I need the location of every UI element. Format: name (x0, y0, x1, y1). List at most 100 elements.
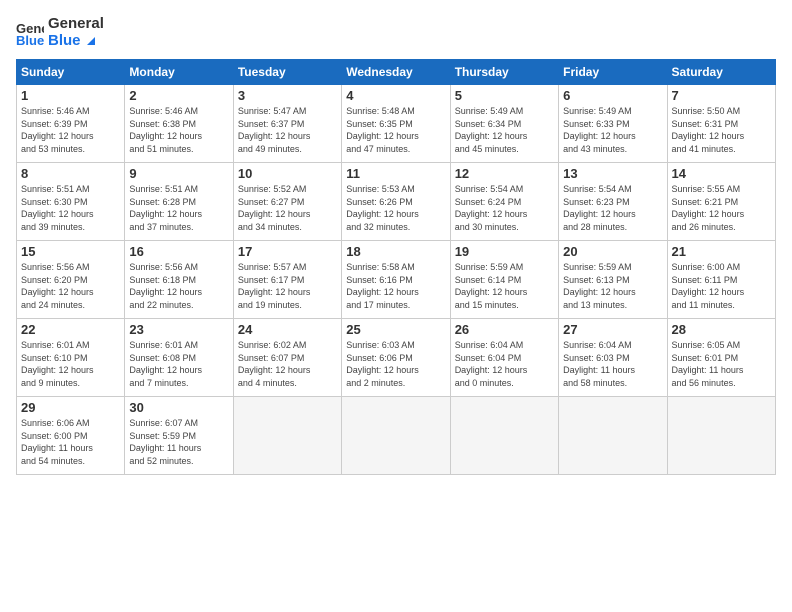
day-info: Sunrise: 5:54 AM Sunset: 6:23 PM Dayligh… (563, 183, 662, 233)
day-info: Sunrise: 5:49 AM Sunset: 6:33 PM Dayligh… (563, 105, 662, 155)
calendar-cell: 12 Sunrise: 5:54 AM Sunset: 6:24 PM Dayli… (450, 163, 558, 241)
day-number: 23 (129, 322, 228, 337)
day-number: 18 (346, 244, 445, 259)
day-info: Sunrise: 6:07 AM Sunset: 5:59 PM Dayligh… (129, 417, 228, 467)
day-info: Sunrise: 5:56 AM Sunset: 6:20 PM Dayligh… (21, 261, 120, 311)
day-number: 12 (455, 166, 554, 181)
day-number: 15 (21, 244, 120, 259)
day-info: Sunrise: 5:50 AM Sunset: 6:31 PM Dayligh… (672, 105, 771, 155)
day-info: Sunrise: 6:05 AM Sunset: 6:01 PM Dayligh… (672, 339, 771, 389)
calendar-cell (450, 397, 558, 475)
calendar-cell: 22Sunrise: 6:01 AM Sunset: 6:10 PM Dayli… (17, 319, 125, 397)
day-number: 24 (238, 322, 337, 337)
day-number: 9 (129, 166, 228, 181)
day-number: 14 (672, 166, 771, 181)
calendar-cell: 29Sunrise: 6:06 AM Sunset: 6:00 PM Dayli… (17, 397, 125, 475)
day-info: Sunrise: 5:49 AM Sunset: 6:34 PM Dayligh… (455, 105, 554, 155)
calendar-week-row: 22Sunrise: 6:01 AM Sunset: 6:10 PM Dayli… (17, 319, 776, 397)
calendar-cell: 27 Sunrise: 6:04 AM Sunset: 6:03 PM Dayli… (559, 319, 667, 397)
calendar-cell (342, 397, 450, 475)
calendar-cell: 13 Sunrise: 5:54 AM Sunset: 6:23 PM Dayli… (559, 163, 667, 241)
calendar-cell: 14 Sunrise: 5:55 AM Sunset: 6:21 PM Dayli… (667, 163, 775, 241)
calendar-cell: 10 Sunrise: 5:52 AM Sunset: 6:27 PM Dayli… (233, 163, 341, 241)
day-number: 5 (455, 88, 554, 103)
calendar-cell (667, 397, 775, 475)
calendar-week-row: 29Sunrise: 6:06 AM Sunset: 6:00 PM Dayli… (17, 397, 776, 475)
calendar-cell: 2Sunrise: 5:46 AM Sunset: 6:38 PM Daylig… (125, 85, 233, 163)
day-info: Sunrise: 5:47 AM Sunset: 6:37 PM Dayligh… (238, 105, 337, 155)
calendar-cell: 28Sunrise: 6:05 AM Sunset: 6:01 PM Dayli… (667, 319, 775, 397)
day-info: Sunrise: 6:01 AM Sunset: 6:10 PM Dayligh… (21, 339, 120, 389)
header: General Blue General Blue (16, 16, 776, 49)
day-info: Sunrise: 6:00 AM Sunset: 6:11 PM Dayligh… (672, 261, 771, 311)
day-number: 1 (21, 88, 120, 103)
day-number: 3 (238, 88, 337, 103)
day-info: Sunrise: 5:58 AM Sunset: 6:16 PM Dayligh… (346, 261, 445, 311)
calendar-cell: 26Sunrise: 6:04 AM Sunset: 6:04 PM Dayli… (450, 319, 558, 397)
header-tuesday: Tuesday (233, 60, 341, 85)
day-number: 30 (129, 400, 228, 415)
day-number: 27 (563, 322, 662, 337)
day-info: Sunrise: 6:02 AM Sunset: 6:07 PM Dayligh… (238, 339, 337, 389)
day-number: 17 (238, 244, 337, 259)
day-info: Sunrise: 5:51 AM Sunset: 6:30 PM Dayligh… (21, 183, 120, 233)
logo: General Blue General Blue (16, 16, 104, 49)
header-monday: Monday (125, 60, 233, 85)
calendar-cell: 3 Sunrise: 5:47 AM Sunset: 6:37 PM Daylig… (233, 85, 341, 163)
day-info: Sunrise: 5:46 AM Sunset: 6:39 PM Dayligh… (21, 105, 120, 155)
day-number: 8 (21, 166, 120, 181)
day-number: 4 (346, 88, 445, 103)
day-info: Sunrise: 5:55 AM Sunset: 6:21 PM Dayligh… (672, 183, 771, 233)
svg-text:Blue: Blue (16, 33, 44, 47)
day-number: 11 (346, 166, 445, 181)
calendar-cell: 30 Sunrise: 6:07 AM Sunset: 5:59 PM Dayli… (125, 397, 233, 475)
calendar-cell: 7 Sunrise: 5:50 AM Sunset: 6:31 PM Daylig… (667, 85, 775, 163)
header-sunday: Sunday (17, 60, 125, 85)
day-number: 13 (563, 166, 662, 181)
logo-icon: General Blue (16, 19, 44, 47)
header-saturday: Saturday (667, 60, 775, 85)
day-info: Sunrise: 5:56 AM Sunset: 6:18 PM Dayligh… (129, 261, 228, 311)
day-info: Sunrise: 5:57 AM Sunset: 6:17 PM Dayligh… (238, 261, 337, 311)
day-info: Sunrise: 5:48 AM Sunset: 6:35 PM Dayligh… (346, 105, 445, 155)
calendar-cell (559, 397, 667, 475)
day-info: Sunrise: 5:46 AM Sunset: 6:38 PM Dayligh… (129, 105, 228, 155)
calendar-cell: 9 Sunrise: 5:51 AM Sunset: 6:28 PM Daylig… (125, 163, 233, 241)
day-info: Sunrise: 5:59 AM Sunset: 6:14 PM Dayligh… (455, 261, 554, 311)
calendar-cell (233, 397, 341, 475)
header-friday: Friday (559, 60, 667, 85)
day-number: 16 (129, 244, 228, 259)
day-info: Sunrise: 5:59 AM Sunset: 6:13 PM Dayligh… (563, 261, 662, 311)
day-info: Sunrise: 6:04 AM Sunset: 6:04 PM Dayligh… (455, 339, 554, 389)
calendar-cell: 16 Sunrise: 5:56 AM Sunset: 6:18 PM Dayli… (125, 241, 233, 319)
calendar-cell: 23 Sunrise: 6:01 AM Sunset: 6:08 PM Dayli… (125, 319, 233, 397)
day-number: 6 (563, 88, 662, 103)
calendar-cell: 18 Sunrise: 5:58 AM Sunset: 6:16 PM Dayli… (342, 241, 450, 319)
day-info: Sunrise: 5:54 AM Sunset: 6:24 PM Dayligh… (455, 183, 554, 233)
day-number: 29 (21, 400, 120, 415)
calendar-week-row: 15 Sunrise: 5:56 AM Sunset: 6:20 PM Dayli… (17, 241, 776, 319)
day-number: 10 (238, 166, 337, 181)
calendar-cell: 8 Sunrise: 5:51 AM Sunset: 6:30 PM Daylig… (17, 163, 125, 241)
day-number: 21 (672, 244, 771, 259)
day-number: 25 (346, 322, 445, 337)
calendar-cell: 1 Sunrise: 5:46 AM Sunset: 6:39 PM Daylig… (17, 85, 125, 163)
day-number: 7 (672, 88, 771, 103)
calendar-cell: 4 Sunrise: 5:48 AM Sunset: 6:35 PM Daylig… (342, 85, 450, 163)
calendar-cell: 25Sunrise: 6:03 AM Sunset: 6:06 PM Dayli… (342, 319, 450, 397)
weekday-header-row: Sunday Monday Tuesday Wednesday Thursday… (17, 60, 776, 85)
day-number: 20 (563, 244, 662, 259)
day-info: Sunrise: 5:51 AM Sunset: 6:28 PM Dayligh… (129, 183, 228, 233)
calendar-container: General Blue General Blue Sunday Monday … (0, 0, 792, 483)
day-number: 19 (455, 244, 554, 259)
calendar-week-row: 8 Sunrise: 5:51 AM Sunset: 6:30 PM Daylig… (17, 163, 776, 241)
day-info: Sunrise: 5:52 AM Sunset: 6:27 PM Dayligh… (238, 183, 337, 233)
calendar-cell: 5 Sunrise: 5:49 AM Sunset: 6:34 PM Daylig… (450, 85, 558, 163)
header-thursday: Thursday (450, 60, 558, 85)
calendar-cell: 11Sunrise: 5:53 AM Sunset: 6:26 PM Dayli… (342, 163, 450, 241)
calendar-cell: 20 Sunrise: 5:59 AM Sunset: 6:13 PM Dayli… (559, 241, 667, 319)
day-info: Sunrise: 6:04 AM Sunset: 6:03 PM Dayligh… (563, 339, 662, 389)
calendar-cell: 15 Sunrise: 5:56 AM Sunset: 6:20 PM Dayli… (17, 241, 125, 319)
calendar-cell: 21 Sunrise: 6:00 AM Sunset: 6:11 PM Dayli… (667, 241, 775, 319)
day-info: Sunrise: 6:01 AM Sunset: 6:08 PM Dayligh… (129, 339, 228, 389)
